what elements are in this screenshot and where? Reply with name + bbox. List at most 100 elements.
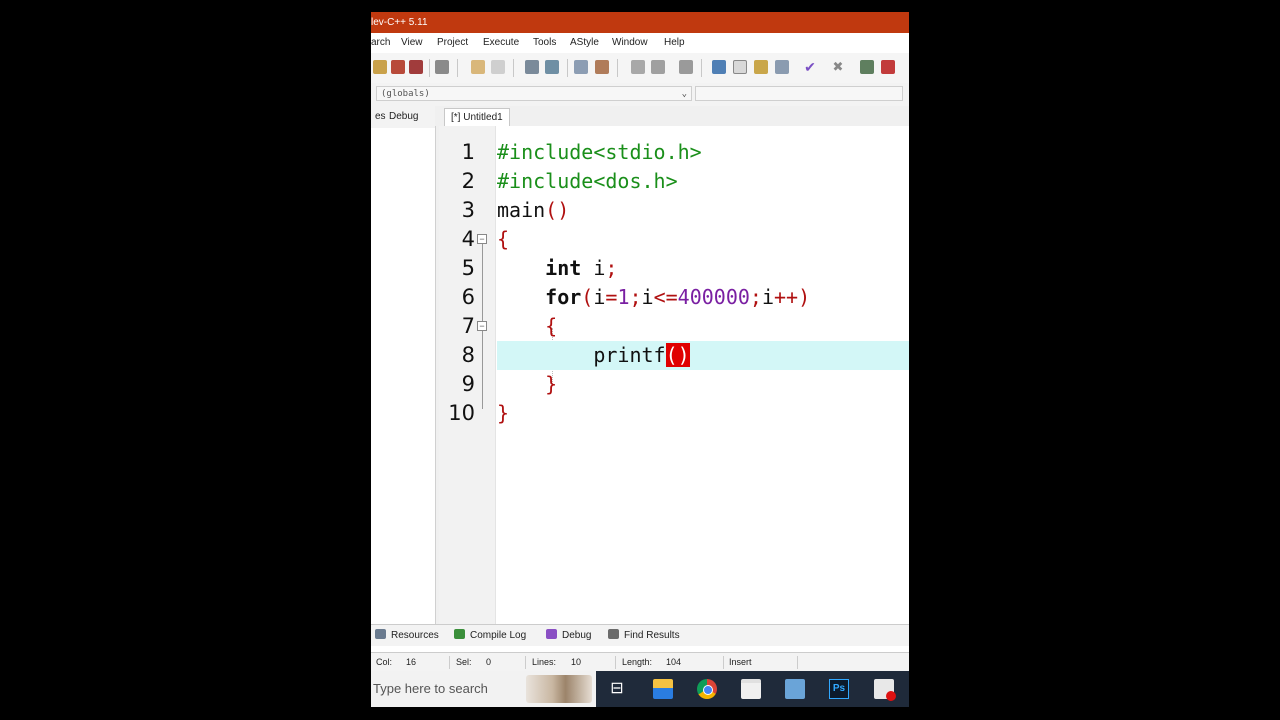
menu-project[interactable]: Project (437, 33, 468, 53)
debug-check-icon (546, 629, 557, 639)
chart-icon[interactable] (860, 60, 874, 74)
status-separator (797, 656, 798, 669)
close-icon[interactable]: ✖ (831, 60, 845, 74)
menu-execute[interactable]: Execute (483, 33, 519, 53)
undo-icon[interactable] (471, 60, 485, 74)
menu-astyle[interactable]: AStyle (570, 33, 599, 53)
menu-bar: arch View Project Execute Tools AStyle W… (371, 33, 909, 53)
status-bar: Col: 16 Sel: 0 Lines: 10 Length: 104 Ins… (371, 652, 909, 672)
code-line[interactable]: 10} (439, 399, 909, 428)
code-line[interactable]: 9 } (439, 370, 909, 399)
code-token: #include<dos.h> (497, 169, 678, 193)
code-line[interactable]: 5 int i; (439, 254, 909, 283)
network-app-icon[interactable] (785, 679, 805, 699)
print-icon[interactable] (435, 60, 449, 74)
tiles-icon[interactable] (775, 60, 789, 74)
code-token: ; (605, 256, 618, 280)
code-line[interactable]: 4−{ (439, 225, 909, 254)
tab-find-results[interactable]: Find Results (608, 625, 680, 647)
code-token: main (497, 198, 546, 222)
line-number: 6 (461, 285, 475, 309)
tab-compile-log[interactable]: Compile Log (454, 625, 526, 647)
find-icon[interactable] (525, 60, 539, 74)
tab-debug-label: Debug (562, 630, 592, 641)
new-class-icon[interactable] (712, 60, 726, 74)
photoshop-icon[interactable]: Ps (829, 679, 849, 699)
status-separator (615, 656, 616, 669)
profile-icon[interactable] (881, 60, 895, 74)
code-token: { (545, 314, 558, 338)
task-view-icon[interactable]: ⊟ (607, 679, 627, 699)
code-line[interactable]: 3 main() (439, 196, 909, 225)
menu-help[interactable]: Help (664, 33, 685, 53)
window-icon[interactable] (733, 60, 747, 74)
run-icon[interactable] (651, 60, 665, 74)
fold-toggle-icon[interactable]: − (477, 321, 487, 331)
tab-debug-panel[interactable]: Debug (385, 106, 422, 128)
fold-toggle-icon[interactable]: − (477, 234, 487, 244)
code-token: () (545, 198, 570, 222)
tab-debug[interactable]: Debug (546, 625, 591, 647)
window-title: lev-C++ 5.11 (371, 17, 428, 28)
open-project-icon[interactable] (373, 60, 387, 74)
replace-icon[interactable] (545, 60, 559, 74)
toolbar-separator (457, 59, 458, 77)
line-number: 10 (448, 401, 475, 425)
scope-select[interactable]: (globals) ⌄ (376, 86, 692, 101)
menu-view[interactable]: View (401, 33, 423, 53)
code-text: } (497, 399, 509, 428)
save-all-icon[interactable] (409, 60, 423, 74)
member-select[interactable] (695, 86, 903, 101)
code-text: for(i=1;i<=400000;i++) (497, 283, 810, 312)
goto-line-icon[interactable] (574, 60, 588, 74)
code-token: } (545, 372, 558, 396)
store-icon[interactable] (741, 679, 761, 699)
code-token: printf (497, 343, 666, 367)
code-line[interactable]: 7− { (439, 312, 909, 341)
toolbar-separator (701, 59, 702, 77)
code-line[interactable]: 6 for(i=1;i<=400000;i++) (439, 283, 909, 312)
redo-icon[interactable] (491, 60, 505, 74)
screen: lev-C++ 5.11 arch View Project Execute T… (371, 12, 909, 707)
code-token: ( (581, 285, 594, 309)
line-number: 5 (461, 256, 475, 280)
toolbar: ✔ ✖ (371, 53, 909, 84)
status-length-label: Length: (622, 657, 653, 667)
code-line[interactable]: 2 #include<dos.h> (439, 167, 909, 196)
menu-tools[interactable]: Tools (533, 33, 556, 53)
stop-icon[interactable] (679, 60, 693, 74)
line-number: 2 (461, 169, 475, 193)
code-editor[interactable]: 1 #include<stdio.h> 2 #include<dos.h> 3 main(… (439, 126, 909, 624)
code-text: printf() (497, 341, 690, 370)
tab-untitled1[interactable]: [*] Untitled1 (444, 108, 510, 127)
grid-icon[interactable] (754, 60, 768, 74)
search-placeholder: Type here to search (373, 681, 488, 696)
line-number: 4 (461, 227, 475, 251)
tab-resources[interactable]: Resources (375, 625, 439, 647)
taskbar-search[interactable]: Type here to search (371, 671, 596, 707)
devcpp-icon[interactable] (874, 679, 896, 701)
compile-icon[interactable] (631, 60, 645, 74)
status-separator (449, 656, 450, 669)
chrome-icon[interactable] (697, 679, 717, 699)
bookmark-icon[interactable] (595, 60, 609, 74)
check-icon[interactable]: ✔ (803, 60, 817, 74)
code-token: ; (629, 285, 642, 309)
code-token: 400000 (677, 285, 750, 309)
file-tabs: [*] Untitled1 (435, 106, 909, 127)
title-bar: lev-C++ 5.11 (371, 12, 909, 33)
save-icon[interactable] (391, 60, 405, 74)
menu-window[interactable]: Window (612, 33, 648, 53)
code-line[interactable]: 8 printf() (462, 341, 909, 370)
code-text: { (497, 225, 509, 254)
code-line[interactable]: 1 #include<stdio.h> (439, 138, 909, 167)
chevron-down-icon[interactable]: ⌄ (682, 87, 687, 102)
menu-search[interactable]: arch (371, 33, 390, 53)
chrome-center-icon (703, 685, 713, 695)
file-explorer-icon[interactable] (653, 679, 673, 699)
tab-find-results-label: Find Results (624, 630, 680, 641)
code-text: } (497, 370, 557, 399)
code-token: = (605, 285, 618, 309)
